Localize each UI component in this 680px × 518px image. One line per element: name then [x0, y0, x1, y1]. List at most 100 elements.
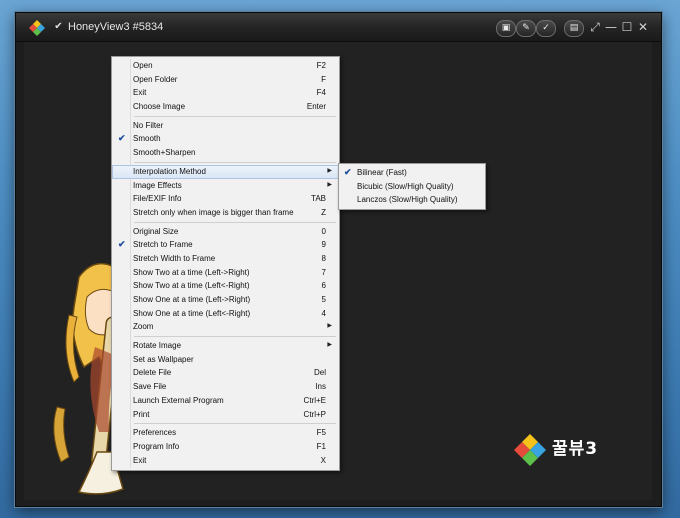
- menu-item-label: Save File: [133, 382, 167, 392]
- menu-item-label: Stretch only when image is bigger than f…: [133, 207, 294, 217]
- menu-item-original-size[interactable]: Original Size 0: [112, 225, 339, 239]
- menu-item-stretch-only-bigger[interactable]: Stretch only when image is bigger than f…: [112, 206, 339, 220]
- close-icon: ✕: [637, 20, 649, 34]
- maximize-icon: ☐: [621, 20, 633, 34]
- menu-item-label: Preferences: [133, 428, 177, 438]
- menu-item-rotate-image[interactable]: Rotate Image ▶: [112, 339, 339, 353]
- menu-item-exit[interactable]: Exit X: [112, 454, 339, 468]
- menu-item-open[interactable]: Open F2: [112, 59, 339, 73]
- menu-item-no-filter[interactable]: No Filter: [112, 119, 339, 133]
- submenu-arrow-icon: ▶: [327, 342, 332, 349]
- menu-item-show-two-ltr[interactable]: Show Two at a time (Left->Right) 7: [112, 266, 339, 280]
- menu-item-launch-external-program[interactable]: Launch External Program Ctrl+E: [112, 394, 339, 408]
- menu-separator: [134, 115, 336, 117]
- menu-item-show-one-rtl[interactable]: Show One at a time (Left<-Right) 4: [112, 307, 339, 321]
- menu-item-shortcut: Z: [321, 207, 326, 217]
- menu-item-shortcut: 6: [321, 281, 326, 291]
- menu-item-choose-image[interactable]: Choose Image Enter: [112, 100, 339, 114]
- menu-item-show-one-ltr[interactable]: Show One at a time (Left->Right) 5: [112, 293, 339, 307]
- menu-item-shortcut: 7: [321, 267, 326, 277]
- menu-item-preferences[interactable]: Preferences F5: [112, 426, 339, 440]
- settings-icon: ▤: [569, 23, 579, 33]
- window-toggle-icon: ▣: [501, 23, 511, 33]
- submenu-arrow-icon: ▶: [327, 181, 332, 188]
- menu-item-label: Image Effects: [133, 180, 182, 190]
- menu-item-program-info[interactable]: Program Info F1: [112, 440, 339, 454]
- menu-item-interpolation-method[interactable]: Interpolation Method ▶: [112, 164, 339, 179]
- menu-item-label: Show Two at a time (Left<-Right): [133, 281, 250, 291]
- check-icon: ✔: [344, 167, 352, 177]
- close-button[interactable]: ✕: [636, 19, 650, 35]
- fullscreen-icon: ⤢: [590, 20, 600, 34]
- menu-item-label: Rotate Image: [133, 341, 182, 351]
- check-button[interactable]: ✓: [536, 20, 556, 37]
- window-toggle-button[interactable]: ▣: [496, 20, 516, 37]
- menu-item-smooth[interactable]: ✔ Smooth: [112, 132, 339, 146]
- menu-separator: [134, 161, 336, 163]
- menu-item-label: Exit: [133, 455, 147, 465]
- title-bar[interactable]: ✔ HoneyView3 #5834 ▣ ✎ ✓ ▤ ⤢ — ☐ ✕: [16, 13, 661, 42]
- window-title: HoneyView3 #5834: [68, 21, 164, 33]
- menu-item-label: No Filter: [133, 120, 164, 130]
- menu-item-shortcut: Ctrl+E: [303, 395, 326, 405]
- interpolation-submenu: ✔ Bilinear (Fast) Bicubic (Slow/High Qual…: [338, 163, 486, 210]
- menu-item-exit-folder[interactable]: Exit F4: [112, 86, 339, 100]
- menu-item-label: Smooth+Sharpen: [133, 148, 196, 158]
- menu-item-label: Stretch Width to Frame: [133, 253, 216, 263]
- minimize-icon: —: [605, 20, 617, 34]
- menu-separator: [134, 221, 336, 223]
- menu-item-label: File/EXIF Info: [133, 194, 182, 204]
- menu-item-label: Show One at a time (Left->Right): [133, 295, 251, 304]
- menu-item-smooth-sharpen[interactable]: Smooth+Sharpen: [112, 146, 339, 160]
- menu-item-zoom[interactable]: Zoom ▶: [112, 320, 339, 334]
- menu-item-shortcut: 5: [321, 295, 326, 304]
- menu-item-delete-file[interactable]: Delete File Del: [112, 366, 339, 380]
- menu-item-label: Show One at a time (Left<-Right): [133, 308, 251, 318]
- menu-item-stretch-width-to-frame[interactable]: Stretch Width to Frame 8: [112, 252, 339, 266]
- menu-separator: [134, 336, 336, 338]
- menu-item-shortcut: F2: [316, 61, 326, 70]
- menu-item-shortcut: 8: [321, 253, 326, 263]
- menu-separator: [134, 423, 336, 425]
- maximize-button[interactable]: ☐: [620, 19, 634, 35]
- submenu-item-label: Lanczos (Slow/High Quality): [357, 195, 458, 205]
- menu-item-shortcut: Del: [313, 368, 326, 378]
- submenu-item-bilinear[interactable]: ✔ Bilinear (Fast): [339, 166, 485, 180]
- submenu-item-label: Bicubic (Slow/High Quality): [357, 181, 454, 191]
- menu-item-shortcut: 9: [321, 240, 326, 250]
- menu-item-shortcut: TAB: [311, 194, 326, 204]
- honeyview-brand: 꿀뷰3: [512, 432, 612, 472]
- minimize-button[interactable]: —: [604, 19, 618, 35]
- submenu-item-label: Bilinear (Fast): [357, 168, 407, 177]
- submenu-item-lanczos[interactable]: Lanczos (Slow/High Quality): [339, 193, 485, 207]
- submenu-arrow-icon: ▶: [327, 167, 332, 174]
- submenu-item-bicubic[interactable]: Bicubic (Slow/High Quality): [339, 180, 485, 194]
- menu-item-stretch-to-frame[interactable]: ✔ Stretch to Frame 9: [112, 238, 339, 252]
- menu-item-label: Show Two at a time (Left->Right): [133, 267, 250, 277]
- settings-button[interactable]: ▤: [564, 20, 584, 37]
- menu-item-set-as-wallpaper[interactable]: Set as Wallpaper: [112, 353, 339, 367]
- menu-item-save-file[interactable]: Save File Ins: [112, 380, 339, 394]
- menu-item-shortcut: F4: [316, 88, 326, 98]
- menu-item-label: Program Info: [133, 441, 180, 451]
- menu-item-file-exif-info[interactable]: File/EXIF Info TAB: [112, 192, 339, 206]
- menu-item-label: Exit: [133, 88, 147, 98]
- honeyview-logo-icon[interactable]: [28, 19, 46, 37]
- menu-item-shortcut: F1: [316, 441, 326, 451]
- menu-item-print[interactable]: Print Ctrl+P: [112, 408, 339, 422]
- menu-item-label: Set as Wallpaper: [133, 354, 194, 364]
- menu-item-label: Original Size: [133, 226, 179, 236]
- submenu-arrow-icon: ▶: [327, 323, 332, 330]
- menu-item-show-two-rtl[interactable]: Show Two at a time (Left<-Right) 6: [112, 279, 339, 293]
- edit-button[interactable]: ✎: [516, 20, 536, 37]
- always-on-top-check-icon[interactable]: ✔: [53, 21, 64, 32]
- fullscreen-button[interactable]: ⤢: [588, 19, 602, 35]
- menu-item-label: Interpolation Method: [133, 166, 206, 176]
- menu-item-label: Delete File: [133, 368, 172, 378]
- menu-item-image-effects[interactable]: Image Effects ▶: [112, 179, 339, 193]
- menu-item-shortcut: Ctrl+P: [303, 409, 326, 419]
- check-icon: ✔: [118, 133, 126, 144]
- menu-item-label: Open Folder: [133, 74, 178, 84]
- honeyview-brand-logo-icon: [514, 434, 546, 466]
- menu-item-open-folder[interactable]: Open Folder F: [112, 73, 339, 87]
